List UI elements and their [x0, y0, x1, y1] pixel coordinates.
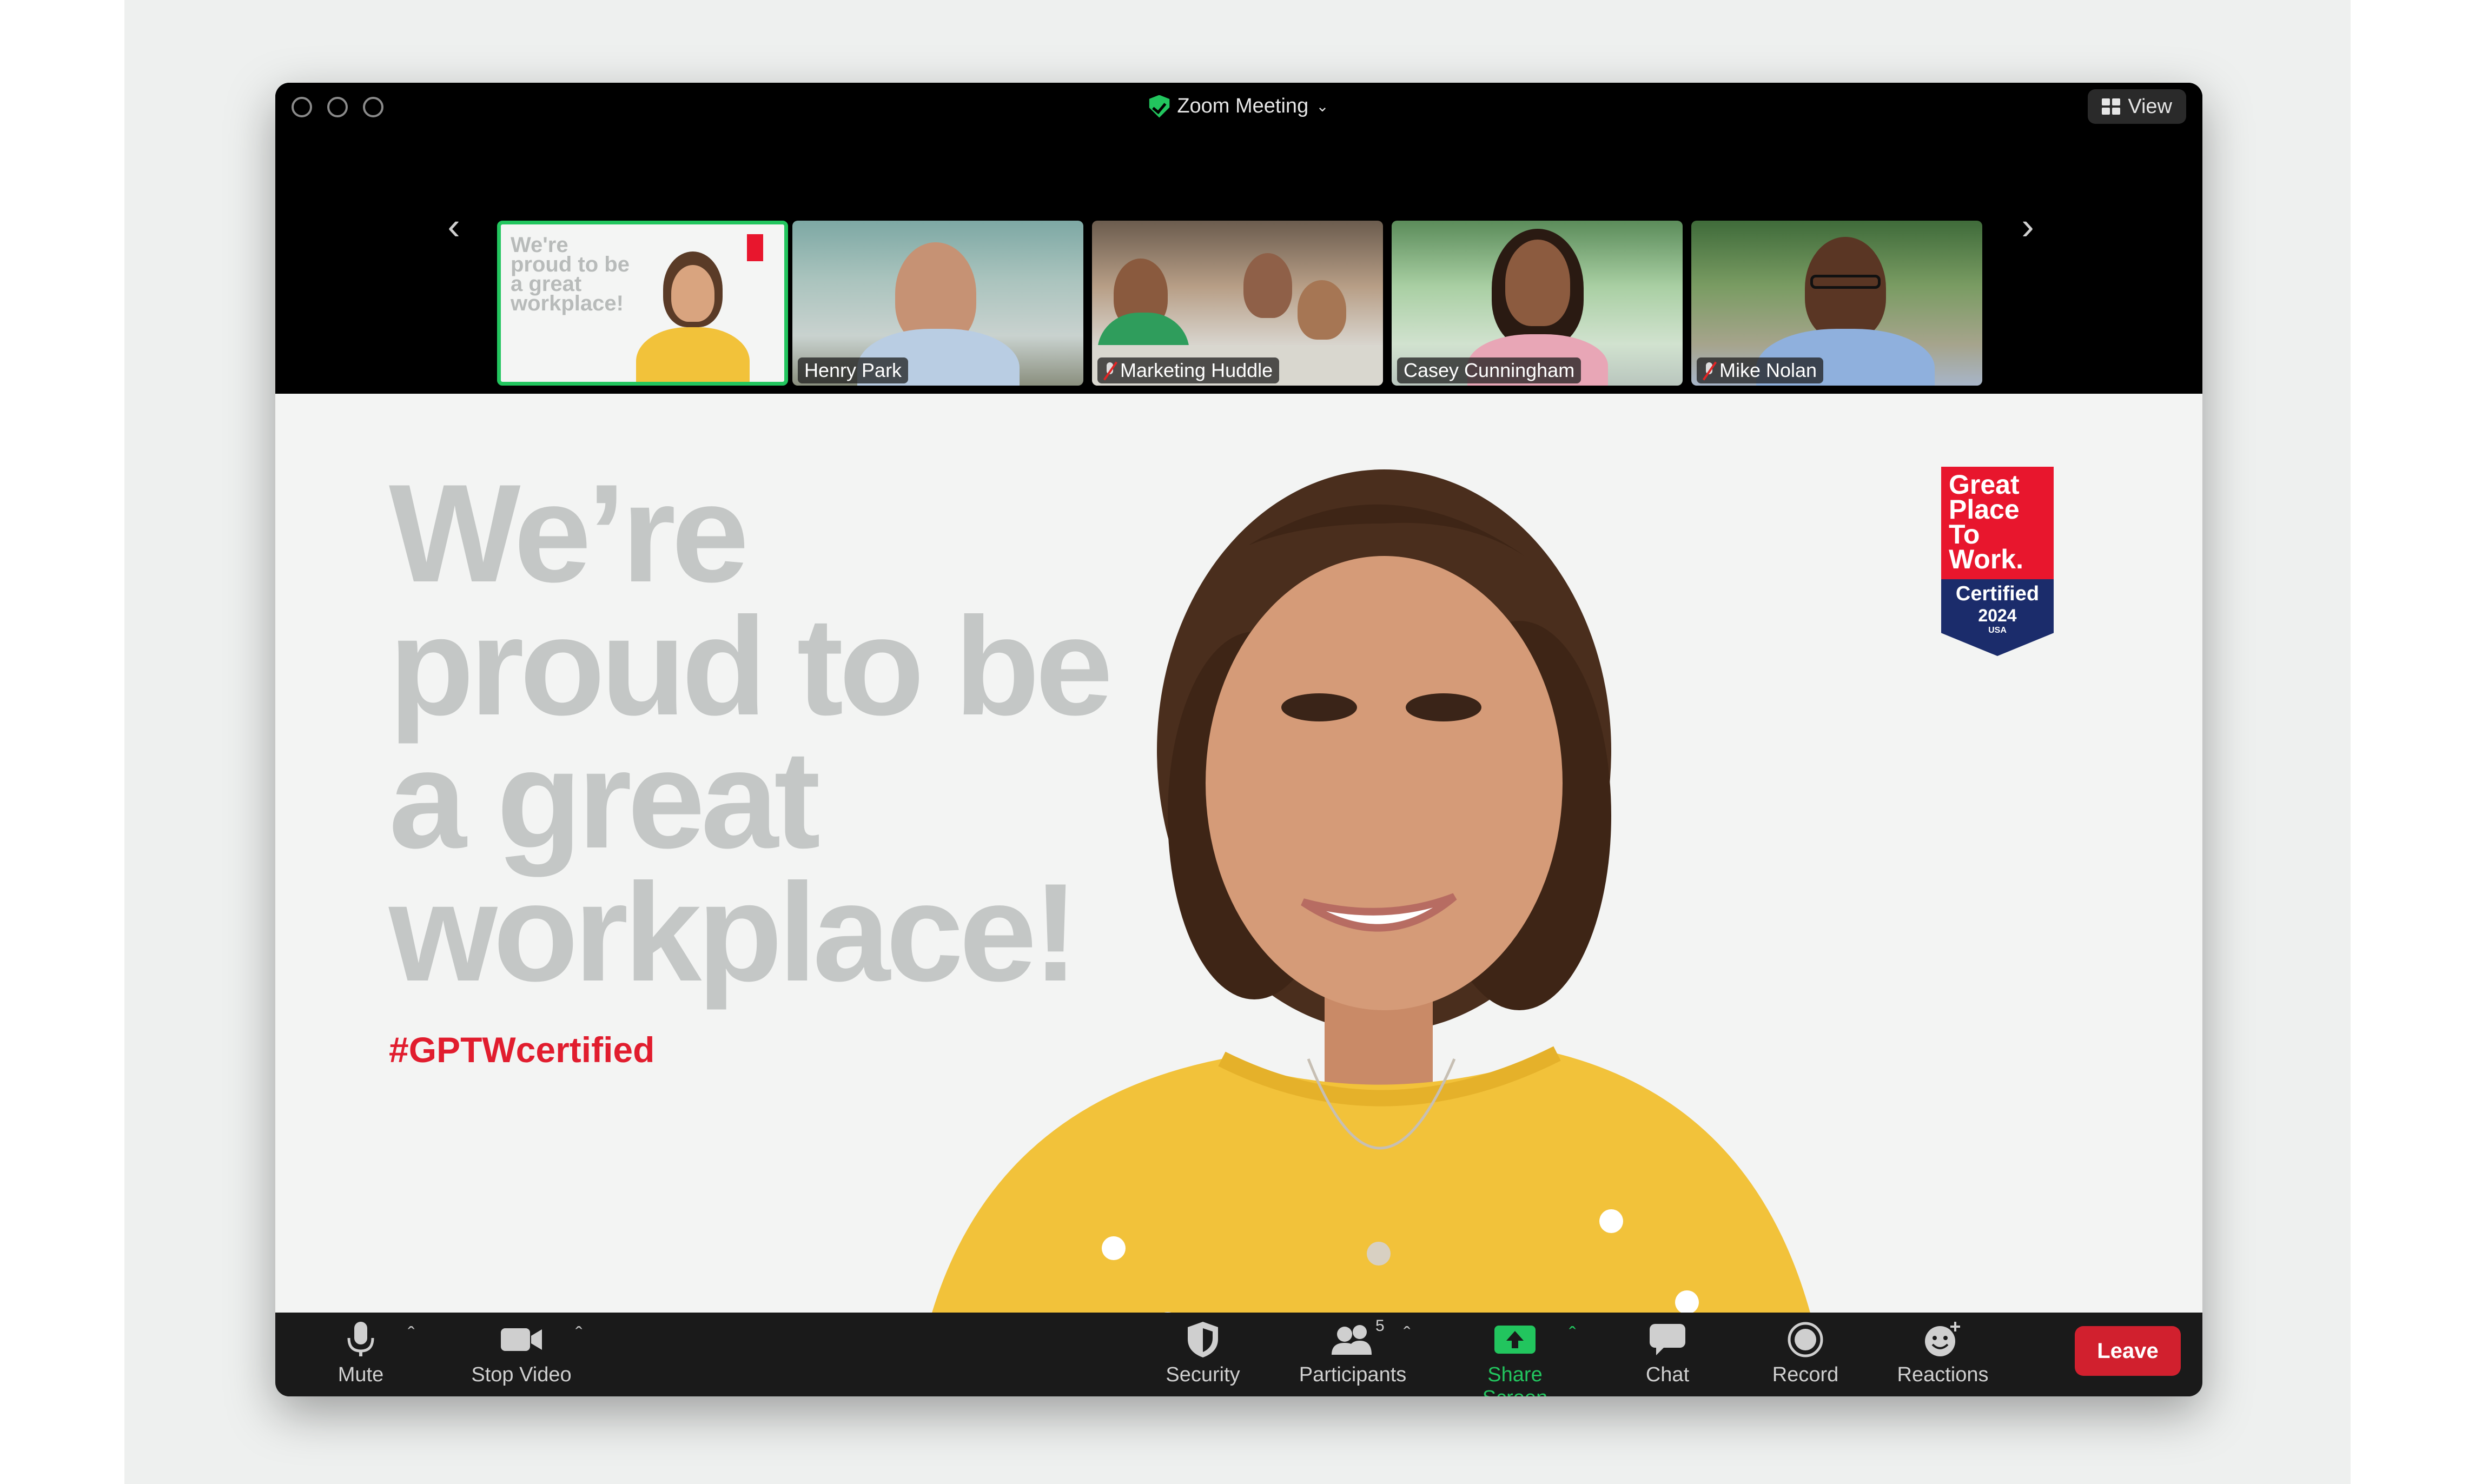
view-button-label: View [2128, 95, 2172, 118]
maximize-window-button[interactable] [363, 97, 383, 117]
active-speaker-view: We’re proud to be a great workplace! #GP… [275, 394, 2202, 1394]
mic-muted-icon [1703, 361, 1715, 380]
slide-hashtag: #GPTWcertified [389, 1030, 655, 1070]
record-icon [1788, 1322, 1823, 1357]
participant-name: Marketing Huddle [1120, 359, 1273, 381]
stop-video-button[interactable]: Stop Video [459, 1318, 584, 1394]
chevron-left-icon[interactable]: ‹ [438, 204, 470, 248]
stop-video-label: Stop Video [471, 1363, 572, 1386]
thumbnail-shared-content[interactable]: We're proud to be a great workplace! [497, 221, 788, 386]
thumbnail-mike-nolan[interactable]: Mike Nolan [1691, 221, 1982, 386]
thumbnail-henry-park[interactable]: Henry Park [792, 221, 1083, 386]
badge-top-text: Great Place To Work. [1941, 467, 2054, 579]
record-label: Record [1772, 1363, 1839, 1386]
mic-muted-icon [1104, 361, 1116, 380]
reactions-smiley-icon [1925, 1322, 1960, 1356]
video-options-caret[interactable]: ˆ [575, 1323, 583, 1347]
mute-label: Mute [338, 1363, 384, 1386]
chat-label: Chat [1645, 1363, 1690, 1386]
mini-slide-text: We're proud to be a great workplace! [511, 233, 630, 315]
window-controls [292, 97, 383, 117]
close-window-button[interactable] [292, 97, 312, 117]
grid-view-icon [2102, 98, 2121, 115]
leave-button[interactable]: Leave [2075, 1326, 2181, 1376]
zoom-window: Zoom Meeting ⌄ View ‹ We're proud to be … [275, 83, 2202, 1396]
share-screen-icon [1494, 1326, 1536, 1354]
share-screen-button[interactable]: Share Screen [1453, 1318, 1577, 1396]
reactions-button[interactable]: Reactions [1881, 1318, 2005, 1394]
participants-options-caret[interactable]: ˆ [1404, 1323, 1411, 1347]
participant-name: Mike Nolan [1719, 359, 1817, 381]
microphone-icon [347, 1322, 374, 1356]
share-screen-label: Share Screen [1483, 1363, 1547, 1396]
participants-label: Participants [1299, 1363, 1407, 1386]
record-button[interactable]: Record [1743, 1318, 1868, 1394]
view-button[interactable]: View [2088, 89, 2186, 124]
participant-strip: ‹ We're proud to be a great workplace! H… [275, 131, 2202, 394]
meeting-title-dropdown[interactable]: Zoom Meeting ⌄ [1149, 95, 1329, 118]
video-camera-icon [501, 1328, 542, 1351]
security-label: Security [1166, 1363, 1240, 1386]
meeting-title: Zoom Meeting [1177, 95, 1309, 117]
chevron-right-icon[interactable]: › [2011, 204, 2044, 248]
mute-button[interactable]: Mute [299, 1318, 423, 1394]
participant-name: Henry Park [804, 359, 902, 381]
thumbnail-marketing-huddle[interactable]: Marketing Huddle [1092, 221, 1383, 386]
gptw-certified-badge: Great Place To Work. Certified 2024 USA [1941, 467, 2054, 656]
chat-bubble-icon [1650, 1324, 1685, 1355]
participants-button[interactable]: Participants [1291, 1318, 1415, 1394]
participant-name: Casey Cunningham [1404, 359, 1575, 381]
participants-count: 5 [1375, 1317, 1385, 1335]
badge-country: USA [1988, 626, 2007, 635]
chat-button[interactable]: Chat [1605, 1318, 1730, 1394]
mute-options-caret[interactable]: ˆ [408, 1323, 415, 1347]
thumbnail-casey-cunningham[interactable]: Casey Cunningham [1392, 221, 1683, 386]
security-button[interactable]: Security [1141, 1318, 1265, 1394]
title-bar: Zoom Meeting ⌄ View [275, 83, 2202, 131]
reactions-label: Reactions [1897, 1363, 1989, 1386]
mini-presenter [636, 246, 750, 382]
presenter-video [914, 469, 1827, 1394]
badge-certified: Certified [1955, 582, 2040, 605]
share-options-caret[interactable]: ˆ [1569, 1323, 1576, 1347]
badge-bottom: Certified 2024 USA [1941, 579, 2054, 656]
participants-icon [1332, 1325, 1372, 1355]
meeting-toolbar: Mute ˆ Stop Video ˆ Security Participant… [275, 1313, 2202, 1396]
encryption-shield-icon [1149, 95, 1170, 118]
minimize-window-button[interactable] [327, 97, 348, 117]
badge-year: 2024 [1978, 606, 2017, 625]
chevron-down-icon: ⌄ [1316, 98, 1329, 115]
shield-icon [1188, 1322, 1218, 1357]
